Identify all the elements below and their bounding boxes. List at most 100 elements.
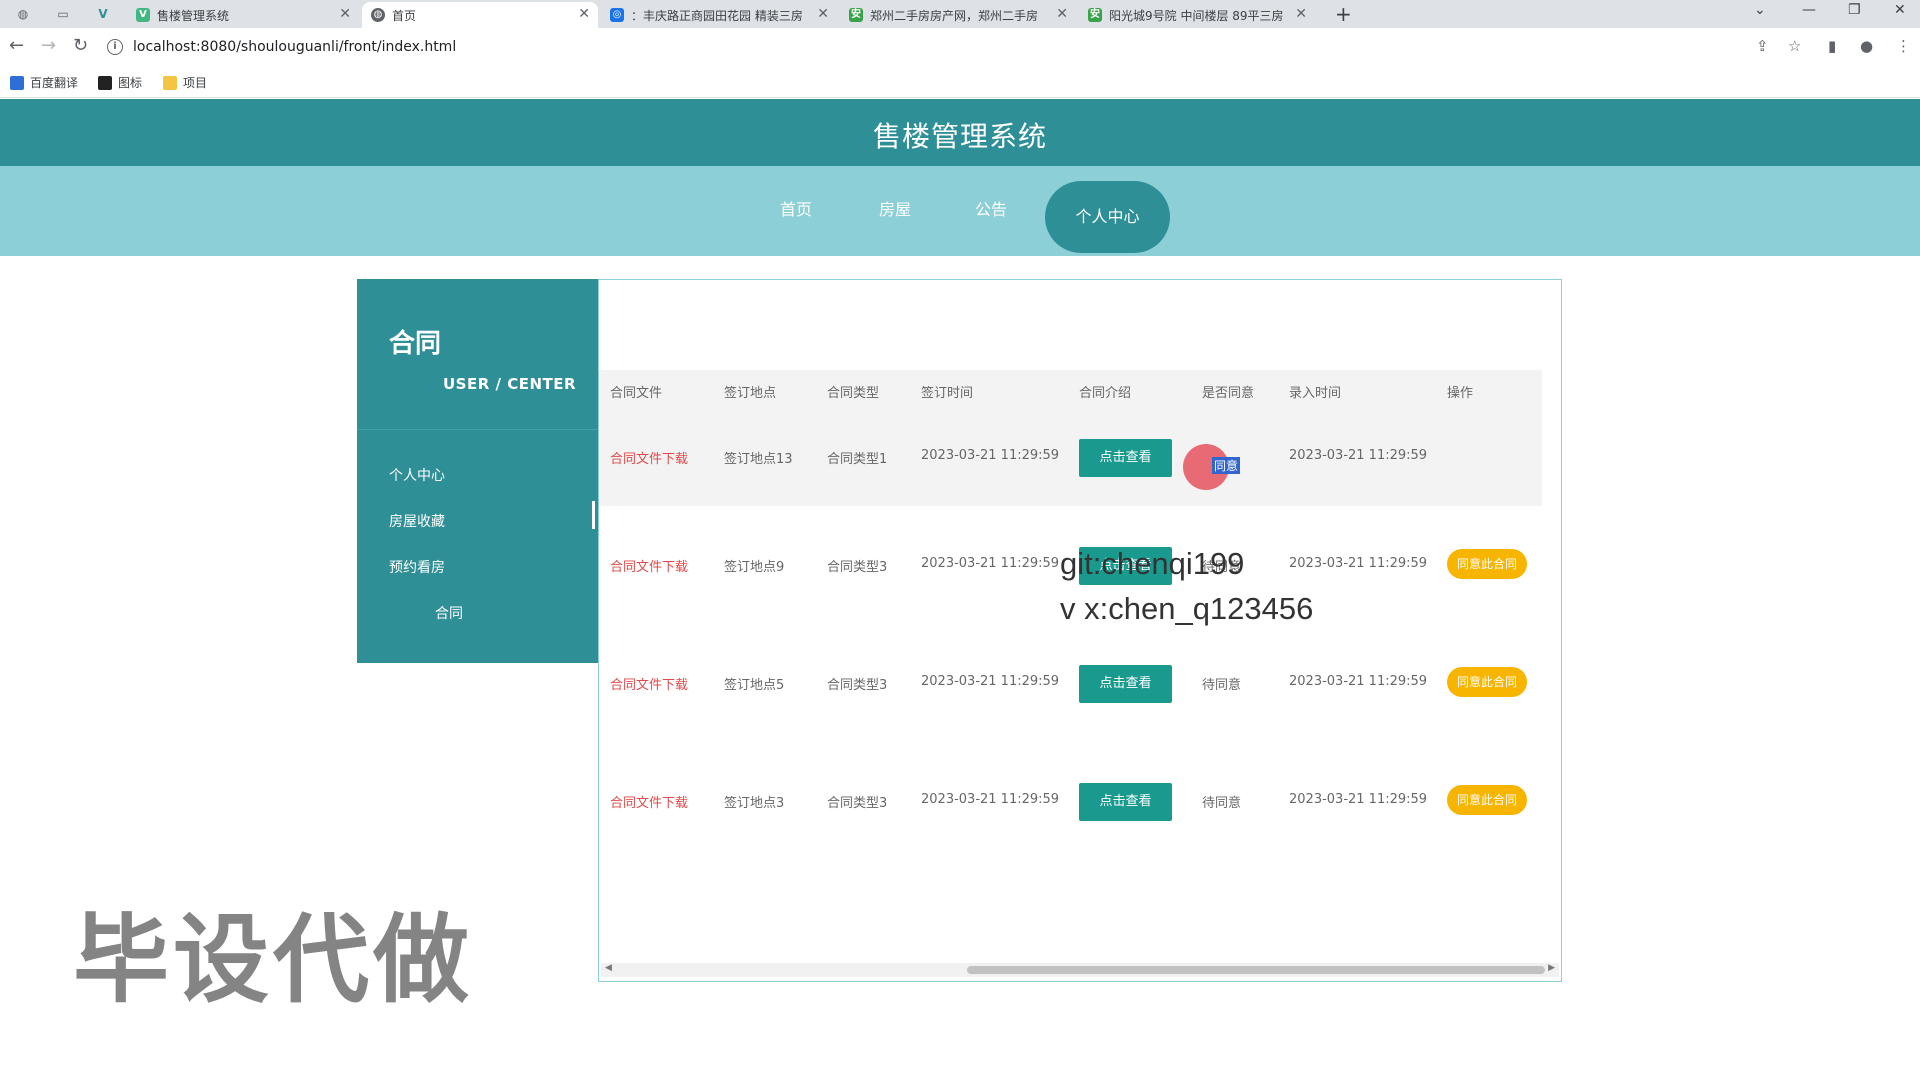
view-intro-button[interactable]: 点击查看 [1079,439,1172,477]
header-intro: 合同介绍 [1079,386,1132,401]
sidebar-active-indicator [592,501,595,529]
tab-listing-2[interactable]: 安 郑州二手房房产网，郑州二手房 ✕ [840,2,1076,28]
reload-icon[interactable]: ↻ [73,35,88,56]
profile-avatar-icon[interactable]: ● [1860,37,1873,55]
site-header: 售楼管理系统 [0,99,1920,166]
site-info-icon[interactable]: i [107,39,123,55]
bookmark-project[interactable]: 项目 [163,74,207,91]
url-field[interactable]: i localhost:8080/shoulouguanli/front/ind… [107,35,1747,59]
site-title: 售楼管理系统 [872,120,1047,153]
tab-title: 郑州二手房房产网，郑州二手房 [870,8,1039,23]
agree-contract-button[interactable]: 同意此合同 [1447,549,1527,579]
sidebar-item-contracts[interactable]: 合同 [435,603,463,623]
scrollbar-thumb[interactable] [967,966,1545,974]
created-time: 2023-03-21 11:29:59 [1289,448,1428,463]
close-icon[interactable]: ✕ [1056,6,1068,22]
sidebar-item-favorites[interactable]: 房屋收藏 [389,511,445,531]
contract-type: 合同类型1 [827,452,888,467]
contact-overlay: git:chenqi199 v x:chen_q123456 [1060,541,1313,631]
signed-time: 2023-03-21 11:29:59 [921,448,1060,463]
horizontal-scrollbar[interactable]: ◀ ▶ [601,963,1559,977]
table-row: 合同文件下载 签订地点3 合同类型3 2023-03-21 11:29:59 点… [599,742,1542,860]
tab-search-chevron-icon[interactable]: ⌄ [1754,2,1766,18]
header-place: 签订地点 [724,386,777,401]
address-bar: ← → ↻ i localhost:8080/shoulouguanli/fro… [0,28,1920,66]
contract-file-link[interactable]: 合同文件下载 [610,556,688,575]
bookmark-label: 图标 [118,76,143,90]
close-icon[interactable]: ✕ [1295,6,1307,22]
contract-file-link[interactable]: 合同文件下载 [610,448,688,467]
header-file: 合同文件 [610,386,663,401]
nav-notices[interactable]: 公告 [975,196,1007,220]
back-arrow-icon[interactable]: ← [9,35,24,56]
vue-icon: V [136,8,150,22]
agree-contract-button[interactable]: 同意此合同 [1447,785,1527,815]
blank-tab-icon[interactable]: ▭ [52,4,74,24]
table-row: 合同文件下载 签订地点13 合同类型1 2023-03-21 11:29:59 … [599,410,1542,506]
nav-houses[interactable]: 房屋 [879,196,911,220]
tab-home[interactable]: ◍ 首页 ✕ [362,2,598,28]
site-icon: ◎ [610,8,624,22]
bookmark-label: 百度翻译 [30,76,79,90]
contract-file-link[interactable]: 合同文件下载 [610,674,688,693]
created-time: 2023-03-21 11:29:59 [1289,792,1428,807]
header-type: 合同类型 [827,386,880,401]
sign-place: 签订地点13 [724,452,793,467]
sign-place: 签订地点3 [724,796,785,811]
new-tab-plus-icon[interactable]: + [1335,2,1352,26]
menu-kebab-icon[interactable]: ⋮ [1896,37,1911,55]
url-text: localhost:8080/shoulouguanli/front/index… [133,39,457,55]
share-icon[interactable]: ⇪ [1756,37,1769,55]
minimize-icon[interactable]: — [1802,2,1816,18]
sidebar-divider [357,429,598,430]
browser-globe-icon[interactable]: ◍ [12,4,34,24]
sign-place: 签订地点9 [724,560,785,575]
folder-icon [163,75,177,90]
watermark-text: 毕设代做 [73,904,473,1016]
contract-type: 合同类型3 [827,678,888,693]
agree-status: 待同意 [1202,678,1242,693]
user-sidebar: 合同 USER / CENTER 个人中心 房屋收藏 预约看房 合同 [357,279,598,663]
contract-file-link[interactable]: 合同文件下载 [610,792,688,811]
tab-listing-3[interactable]: 安 阳光城9号院 中间楼层 89平三房 ✕ [1079,2,1315,28]
bookmark-baidu-translate[interactable]: 百度翻译 [10,74,78,91]
close-icon[interactable]: ✕ [578,6,590,22]
window-close-icon[interactable]: ✕ [1894,2,1906,18]
created-time: 2023-03-21 11:29:59 [1289,674,1428,689]
nav-user-center[interactable]: 个人中心 [1045,181,1170,253]
forward-arrow-icon[interactable]: → [41,35,56,56]
globe-icon: ◍ [371,8,385,22]
vue-tab-icon[interactable]: V [92,4,114,24]
sidebar-item-viewings[interactable]: 预约看房 [389,557,445,577]
close-icon[interactable]: ✕ [817,6,829,22]
scroll-right-icon[interactable]: ▶ [1548,963,1555,973]
close-icon[interactable]: ✕ [339,6,351,22]
scroll-left-icon[interactable]: ◀ [605,963,612,973]
header-created: 录入时间 [1289,386,1342,401]
tab-listing-1[interactable]: ◎ ：丰庆路正商园田花园 精装三房 ✕ [601,2,837,28]
sign-place: 签订地点5 [724,678,785,693]
agree-contract-button[interactable]: 同意此合同 [1447,667,1527,697]
tab-sales-system[interactable]: V 售楼管理系统 ✕ [127,2,359,28]
restore-icon[interactable]: ❐ [1848,2,1861,18]
tab-title: 售楼管理系统 [157,8,230,23]
side-panel-icon[interactable]: ▮ [1828,37,1836,55]
agree-status: 同意 [1212,457,1241,474]
bookmark-icons[interactable]: 图标 [98,74,142,91]
star-icon[interactable]: ☆ [1788,37,1801,55]
table-row: 合同文件下载 签订地点5 合同类型3 2023-03-21 11:29:59 点… [599,624,1542,742]
anjuke-icon: 安 [1088,8,1102,22]
nav-home[interactable]: 首页 [780,196,812,220]
view-intro-button[interactable]: 点击查看 [1079,783,1172,821]
agree-status: 待同意 [1202,796,1242,811]
tab-title: 阳光城9号院 中间楼层 89平三房 [1109,8,1284,23]
bookmark-label: 项目 [183,76,208,90]
view-intro-button[interactable]: 点击查看 [1079,665,1172,703]
tab-title: 首页 [392,8,417,23]
sidebar-title: 合同 [389,329,442,359]
sidebar-item-user-center[interactable]: 个人中心 [389,465,445,485]
contract-type: 合同类型3 [827,796,888,811]
header-agree: 是否同意 [1202,386,1255,401]
signed-time: 2023-03-21 11:29:59 [921,792,1060,807]
contract-type: 合同类型3 [827,560,888,575]
